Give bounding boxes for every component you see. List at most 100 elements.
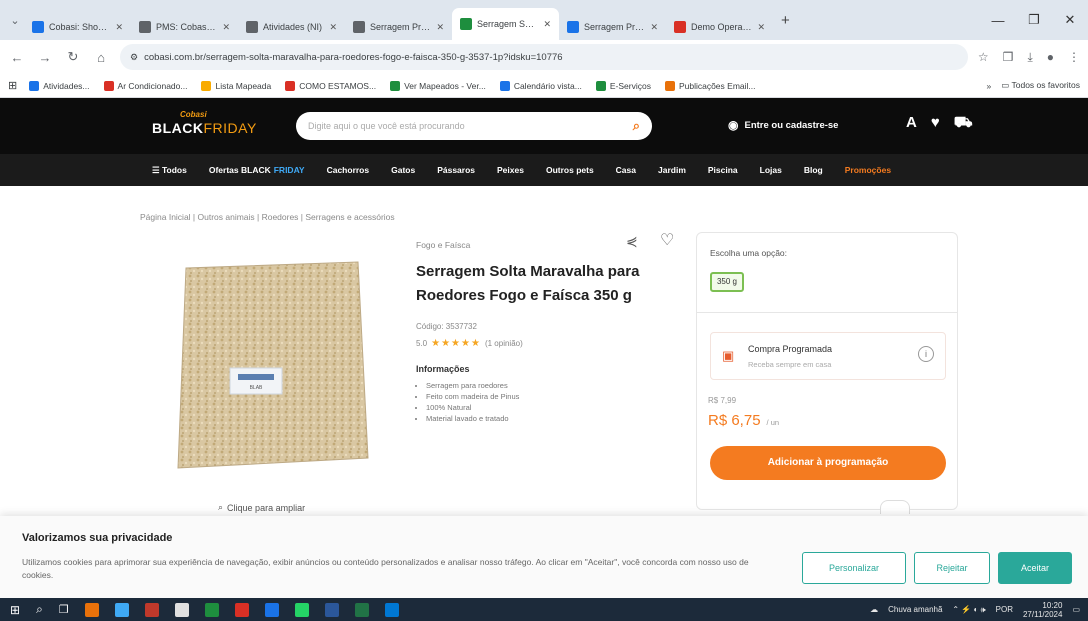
accessibility-icon[interactable]: A	[906, 114, 917, 133]
close-tab-icon[interactable]: ✕	[115, 22, 123, 33]
browser-tab[interactable]: Cobasi: Shoppin ✕	[24, 14, 131, 40]
option-chip-350g[interactable]: 350 g	[710, 272, 744, 292]
notifications-icon[interactable]: ▭	[1072, 605, 1080, 614]
browser-tab[interactable]: PMS: Cobasi di ✕	[131, 14, 238, 40]
taskbar-app-icon[interactable]	[114, 602, 129, 617]
taskbar-search-icon[interactable]: ⌕	[36, 602, 43, 617]
bookmark-star-icon[interactable]: ☆	[978, 50, 989, 64]
download-icon[interactable]: ⤓	[1027, 50, 1032, 65]
site-search[interactable]: Digite aqui o que você está procurando ⌕	[296, 112, 652, 140]
home-icon[interactable]: ⌂	[92, 50, 110, 65]
wishlist-heart-icon[interactable]: ♡	[660, 230, 674, 250]
info-icon[interactable]: i	[918, 346, 934, 362]
bookmark-item[interactable]: Publicações Email...	[664, 80, 756, 91]
nav-item[interactable]: Casa	[616, 165, 636, 175]
nav-item[interactable]: Promoções	[845, 165, 891, 175]
zoom-link[interactable]: ⌕ Clique para ampliar	[218, 502, 305, 513]
nav-item[interactable]: Gatos	[391, 165, 415, 175]
taskbar-app-icon[interactable]	[144, 602, 159, 617]
search-input[interactable]: Digite aqui o que você está procurando	[308, 121, 633, 131]
tab-groups-icon[interactable]: ❒	[1003, 50, 1014, 64]
taskbar-app-icon[interactable]	[384, 602, 399, 617]
taskbar-app-icon[interactable]	[234, 602, 249, 617]
taskbar-app-icon[interactable]	[264, 602, 279, 617]
share-icon[interactable]: ⋞	[626, 233, 638, 250]
nav-item[interactable]: Pássaros	[437, 165, 475, 175]
back-icon[interactable]: ←	[8, 50, 26, 65]
close-tab-icon[interactable]: ✕	[329, 22, 337, 33]
nav-item[interactable]: Peixes	[497, 165, 524, 175]
weather-text[interactable]: Chuva amanhã	[888, 605, 942, 614]
nav-item[interactable]: Jardim	[658, 165, 686, 175]
cart-icon[interactable]: ⛟	[954, 114, 973, 133]
taskbar-app-icon[interactable]	[354, 602, 369, 617]
bookmark-item[interactable]: Lista Mapeada	[201, 80, 271, 91]
browser-tab[interactable]: Serragem Solta Ma... ✕	[452, 8, 559, 40]
bookmarks-overflow-icon[interactable]: »	[987, 81, 992, 91]
start-icon[interactable]: ⊞	[10, 603, 20, 617]
search-icon[interactable]: ⌕	[633, 118, 640, 134]
product-rating[interactable]: 5.0 ★★★★★ (1 opinião)	[416, 338, 523, 349]
login-link[interactable]: ◉ Entre ou cadastre-se	[728, 118, 838, 132]
site-info-icon[interactable]: ⚙	[130, 52, 138, 63]
nav-item[interactable]: Lojas	[760, 165, 782, 175]
nav-item[interactable]: Piscina	[708, 165, 738, 175]
nav-item[interactable]: ☰ Todos	[152, 165, 187, 176]
favorites-heart-icon[interactable]: ♥	[931, 114, 940, 133]
close-tab-icon[interactable]: ✕	[222, 22, 230, 33]
clock[interactable]: 10:20 27/11/2024	[1023, 601, 1062, 619]
bookmark-item[interactable]: Ver Mapeados - Ver...	[390, 80, 486, 91]
breadcrumb[interactable]: Página Inicial | Outros animais | Roedor…	[140, 212, 395, 222]
all-bookmarks[interactable]: ▭ Todos os favoritos	[1001, 80, 1080, 91]
nav-item[interactable]: Cachorros	[327, 165, 370, 175]
cookie-text: Utilizamos cookies para aprimorar sua ex…	[22, 557, 749, 580]
cookie-accept-button[interactable]: Aceitar	[998, 552, 1072, 584]
bookmark-label: Publicações Email...	[678, 80, 756, 91]
site-logo[interactable]: Cobasi BLACKFRIDAY	[152, 110, 256, 142]
tab-search-icon[interactable]: ⌄	[6, 14, 24, 27]
scheduled-purchase-option[interactable]	[710, 332, 946, 380]
bookmark-item[interactable]: Ar Condicionado...	[103, 80, 187, 91]
weather-icon[interactable]: ☁	[870, 605, 878, 614]
bookmark-item[interactable]: Calendário vista...	[499, 80, 582, 91]
close-window-icon[interactable]: ✕	[1052, 12, 1088, 28]
language-indicator[interactable]: POR	[996, 605, 1013, 614]
close-tab-icon[interactable]: ✕	[757, 22, 765, 33]
apps-icon[interactable]: ⊞	[8, 79, 17, 92]
browser-tab[interactable]: Serragem Produtos ✕	[345, 14, 452, 40]
task-view-icon[interactable]: ❐	[59, 603, 69, 616]
taskbar-app-icon[interactable]	[174, 602, 189, 617]
taskbar-app-icon[interactable]	[84, 602, 99, 617]
nav-item[interactable]: Blog	[804, 165, 823, 175]
bookmark-item[interactable]: E-Serviços	[595, 80, 651, 91]
minimize-icon[interactable]: —	[980, 13, 1016, 28]
add-to-schedule-button[interactable]: Adicionar à programação	[710, 446, 946, 480]
close-tab-icon[interactable]: ✕	[436, 22, 444, 33]
nav-item[interactable]: Outros pets	[546, 165, 594, 175]
forward-icon[interactable]: →	[36, 50, 54, 65]
cookie-reject-button[interactable]: Rejeitar	[914, 552, 990, 584]
product-brand[interactable]: Fogo e Faísca	[416, 240, 470, 250]
maximize-icon[interactable]: ❐	[1016, 12, 1052, 28]
reload-icon[interactable]: ↻	[64, 49, 82, 65]
close-tab-icon[interactable]: ✕	[650, 22, 658, 33]
taskbar-app-icon[interactable]	[204, 602, 219, 617]
bookmark-item[interactable]: COMO ESTAMOS...	[285, 80, 376, 91]
quantity-bubble[interactable]	[880, 500, 910, 514]
browser-tab[interactable]: Atividades (NI) ✕	[238, 14, 345, 40]
profile-icon[interactable]: ●	[1047, 50, 1054, 64]
close-tab-icon[interactable]: ✕	[543, 19, 551, 30]
cookie-customize-button[interactable]: Personalizar	[802, 552, 906, 584]
product-image[interactable]: BLAB	[172, 258, 372, 472]
taskbar-app-icon[interactable]	[294, 602, 309, 617]
address-url[interactable]: cobasi.com.br/serragem-solta-maravalha-p…	[144, 52, 958, 63]
menu-icon[interactable]: ⋮	[1068, 50, 1080, 64]
address-bar[interactable]: ⚙ cobasi.com.br/serragem-solta-maravalha…	[120, 44, 968, 70]
browser-tab[interactable]: Demo Operação ✕	[666, 14, 773, 40]
browser-tab[interactable]: Serragem Procure ✕	[559, 14, 666, 40]
taskbar-app-icon[interactable]	[324, 602, 339, 617]
new-tab-button[interactable]: +	[773, 12, 798, 29]
nav-item[interactable]: Ofertas BLACK FRIDAY	[209, 165, 305, 175]
bookmark-item[interactable]: Atividades...	[29, 80, 90, 91]
tray-icons[interactable]: ⌃ ⚡ ◐ 🕪	[952, 605, 985, 615]
